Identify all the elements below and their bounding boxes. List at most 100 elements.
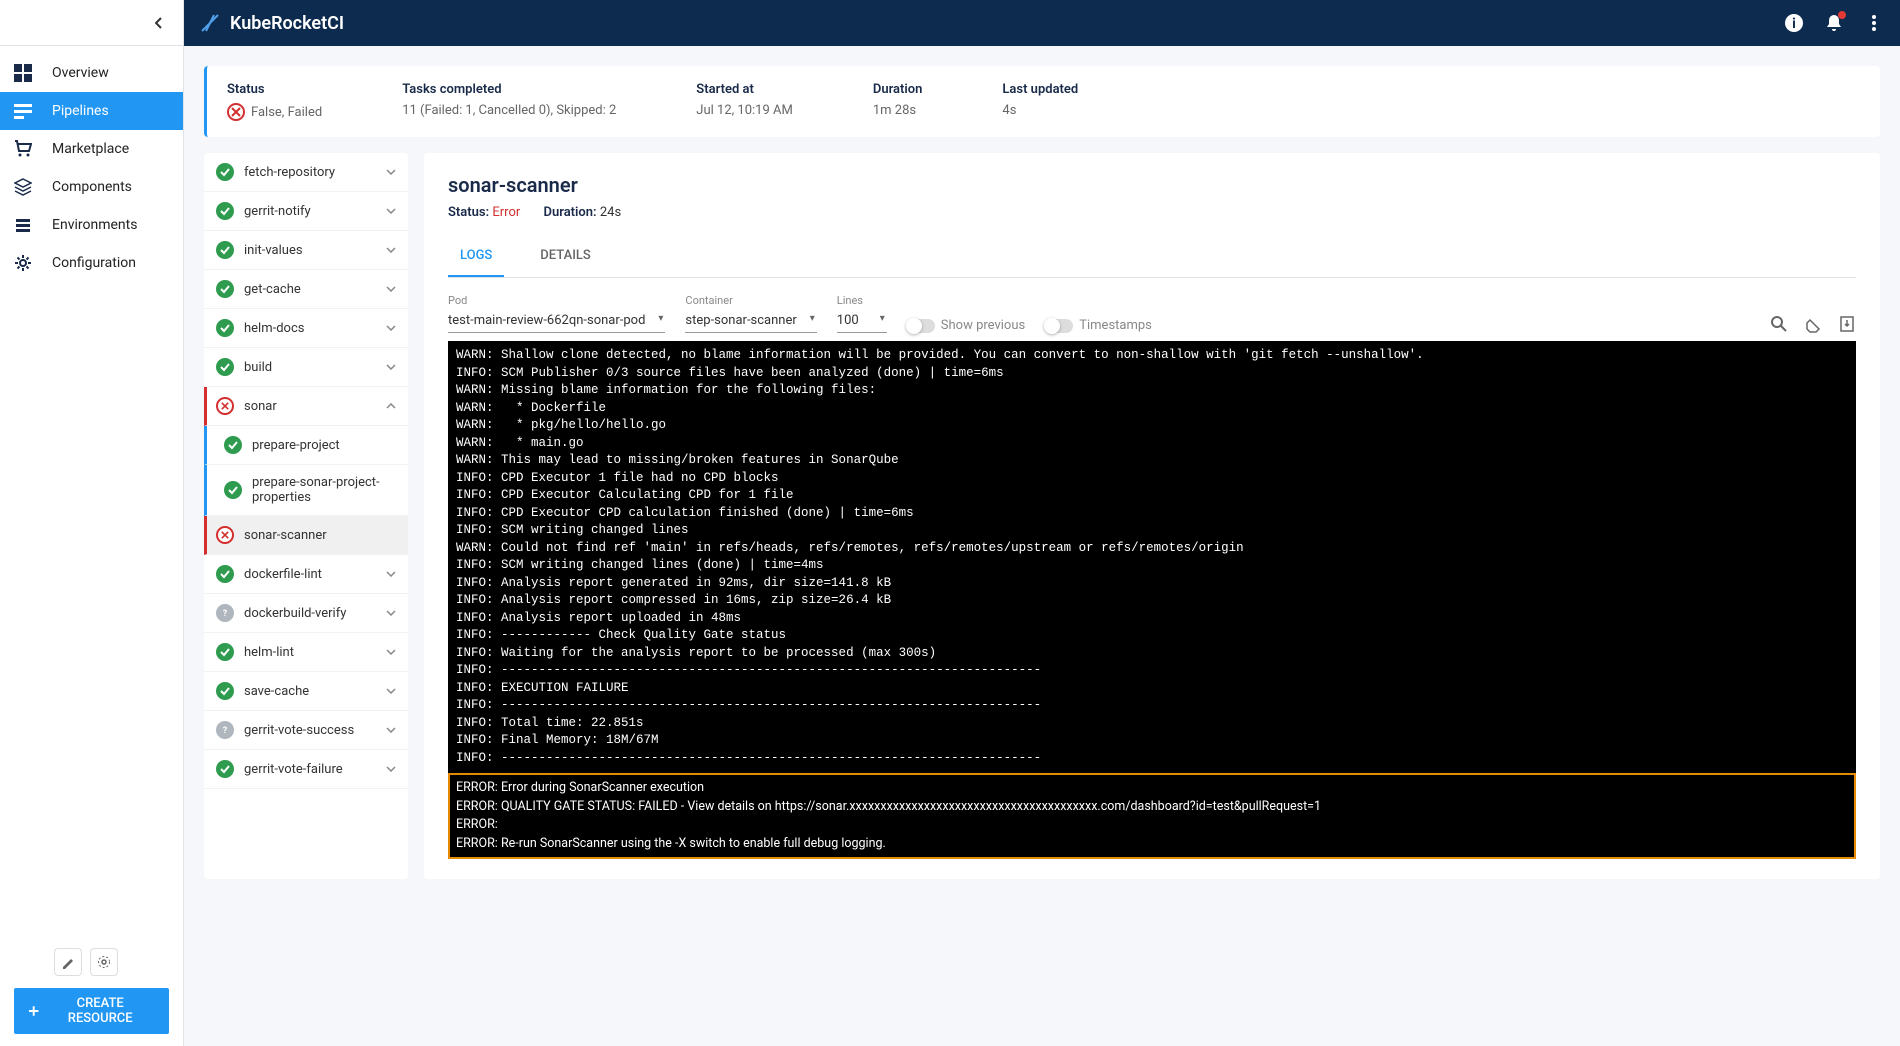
chevron-down-icon[interactable]	[386, 571, 396, 577]
svg-text:i: i	[1792, 16, 1796, 32]
nav-label: Pipelines	[52, 103, 109, 119]
task-item-init-values[interactable]: init-values	[204, 231, 408, 270]
chevron-down-icon[interactable]	[386, 325, 396, 331]
task-item-dockerbuild-verify[interactable]: ?dockerbuild-verify	[204, 594, 408, 633]
notifications-icon[interactable]	[1824, 13, 1844, 33]
task-name: dockerfile-lint	[244, 567, 376, 582]
topbar: KubeRocketCI i	[184, 0, 1900, 46]
nav-pipelines[interactable]: Pipelines	[0, 92, 183, 130]
chevron-down-icon[interactable]	[386, 208, 396, 214]
create-label: CREATE RESOURCE	[45, 996, 155, 1026]
status-label: Status	[227, 82, 322, 97]
chevron-down-icon[interactable]	[386, 727, 396, 733]
nav-environments[interactable]: Environments	[0, 206, 183, 244]
chevron-down-icon[interactable]	[386, 649, 396, 655]
nav-components[interactable]: Components	[0, 168, 183, 206]
task-name: get-cache	[244, 282, 376, 297]
sidebar: Overview Pipelines Marketplace Component…	[0, 0, 184, 1046]
task-item-gerrit-vote-failure[interactable]: gerrit-vote-failure	[204, 750, 408, 789]
sidebar-footer: CREATE RESOURCE	[0, 936, 183, 1046]
chevron-down-icon[interactable]	[386, 610, 396, 616]
task-name: helm-lint	[244, 645, 376, 660]
started-label: Started at	[696, 82, 793, 97]
success-icon	[216, 760, 234, 778]
task-item-save-cache[interactable]: save-cache	[204, 672, 408, 711]
success-icon	[216, 358, 234, 376]
task-name: gerrit-notify	[244, 204, 376, 219]
duration-label: Duration	[873, 82, 923, 97]
sidebar-nav: Overview Pipelines Marketplace Component…	[0, 46, 183, 936]
tab-logs[interactable]: LOGS	[448, 240, 504, 277]
layers-icon	[14, 178, 32, 196]
search-icon[interactable]	[1770, 315, 1788, 333]
tool-icon-button[interactable]	[54, 948, 82, 976]
success-icon	[216, 241, 234, 259]
cart-icon	[14, 140, 32, 158]
chevron-down-icon[interactable]	[386, 247, 396, 253]
task-name: sonar-scanner	[244, 528, 396, 543]
nav-configuration[interactable]: Configuration	[0, 244, 183, 282]
chevron-down-icon[interactable]	[386, 286, 396, 292]
error-icon	[216, 397, 234, 415]
nav-marketplace[interactable]: Marketplace	[0, 130, 183, 168]
success-icon	[216, 202, 234, 220]
task-item-gerrit-vote-success[interactable]: ?gerrit-vote-success	[204, 711, 408, 750]
task-item-gerrit-notify[interactable]: gerrit-notify	[204, 192, 408, 231]
task-name: helm-docs	[244, 321, 376, 336]
updated-label: Last updated	[1002, 82, 1078, 97]
nav-label: Overview	[52, 65, 109, 81]
plus-icon	[28, 1005, 39, 1017]
log-console[interactable]: WARN: Shallow clone detected, no blame i…	[448, 341, 1856, 773]
chevron-down-icon[interactable]	[386, 169, 396, 175]
pipeline-status-card: Status False, Failed Tasks completed 11 …	[204, 66, 1880, 137]
tasks-panel: fetch-repository gerrit-notify init-values…	[204, 153, 408, 879]
tab-details[interactable]: DETAILS	[528, 240, 602, 277]
task-item-fetch-repository[interactable]: fetch-repository	[204, 153, 408, 192]
nav-label: Components	[52, 179, 132, 195]
clear-icon[interactable]	[1804, 315, 1822, 333]
task-name: prepare-project	[252, 438, 396, 453]
create-resource-button[interactable]: CREATE RESOURCE	[14, 988, 169, 1034]
settings-icon-button[interactable]	[90, 948, 118, 976]
task-item-prepare-sonar-project-properties[interactable]: prepare-sonar-project-properties	[204, 465, 408, 516]
sidebar-collapse-button[interactable]	[0, 0, 183, 46]
success-icon	[216, 643, 234, 661]
log-errors[interactable]: ERROR: Error during SonarScanner executi…	[448, 773, 1856, 859]
nav-label: Environments	[52, 217, 137, 233]
task-name: fetch-repository	[244, 165, 376, 180]
notification-dot	[1838, 11, 1846, 19]
detail-tabs: LOGS DETAILS	[448, 240, 1856, 278]
chevron-up-icon[interactable]	[386, 403, 396, 409]
task-item-prepare-project[interactable]: prepare-project	[204, 426, 408, 465]
nav-overview[interactable]: Overview	[0, 54, 183, 92]
task-item-get-cache[interactable]: get-cache	[204, 270, 408, 309]
main-content: Status False, Failed Tasks completed 11 …	[184, 46, 1900, 1046]
success-icon	[216, 565, 234, 583]
pod-select[interactable]: Pod test-main-review-662qn-sonar-pod	[448, 294, 665, 333]
timestamps-toggle[interactable]: Timestamps	[1045, 318, 1152, 333]
container-select[interactable]: Container step-sonar-scanner	[685, 294, 816, 333]
info-icon[interactable]: i	[1784, 13, 1804, 33]
task-item-sonar[interactable]: sonar	[204, 387, 408, 426]
stack-icon	[14, 216, 32, 234]
task-item-dockerfile-lint[interactable]: dockerfile-lint	[204, 555, 408, 594]
success-icon	[216, 280, 234, 298]
chevron-down-icon[interactable]	[386, 766, 396, 772]
detail-title: sonar-scanner	[448, 173, 1856, 197]
task-item-helm-docs[interactable]: helm-docs	[204, 309, 408, 348]
task-item-helm-lint[interactable]: helm-lint	[204, 633, 408, 672]
detail-panel: sonar-scanner Status: Error Duration: 24…	[424, 153, 1880, 879]
show-previous-toggle[interactable]: Show previous	[907, 318, 1025, 333]
task-item-build[interactable]: build	[204, 348, 408, 387]
nav-label: Marketplace	[52, 141, 129, 157]
task-item-sonar-scanner[interactable]: sonar-scanner	[204, 516, 408, 555]
updated-value: 4s	[1002, 103, 1078, 118]
svg-text:?: ?	[223, 609, 228, 618]
chevron-down-icon[interactable]	[386, 364, 396, 370]
error-icon	[227, 103, 245, 121]
brand-icon	[200, 13, 220, 33]
more-icon[interactable]	[1864, 13, 1884, 33]
lines-select[interactable]: Lines 100	[837, 294, 887, 333]
download-icon[interactable]	[1838, 315, 1856, 333]
chevron-down-icon[interactable]	[386, 688, 396, 694]
